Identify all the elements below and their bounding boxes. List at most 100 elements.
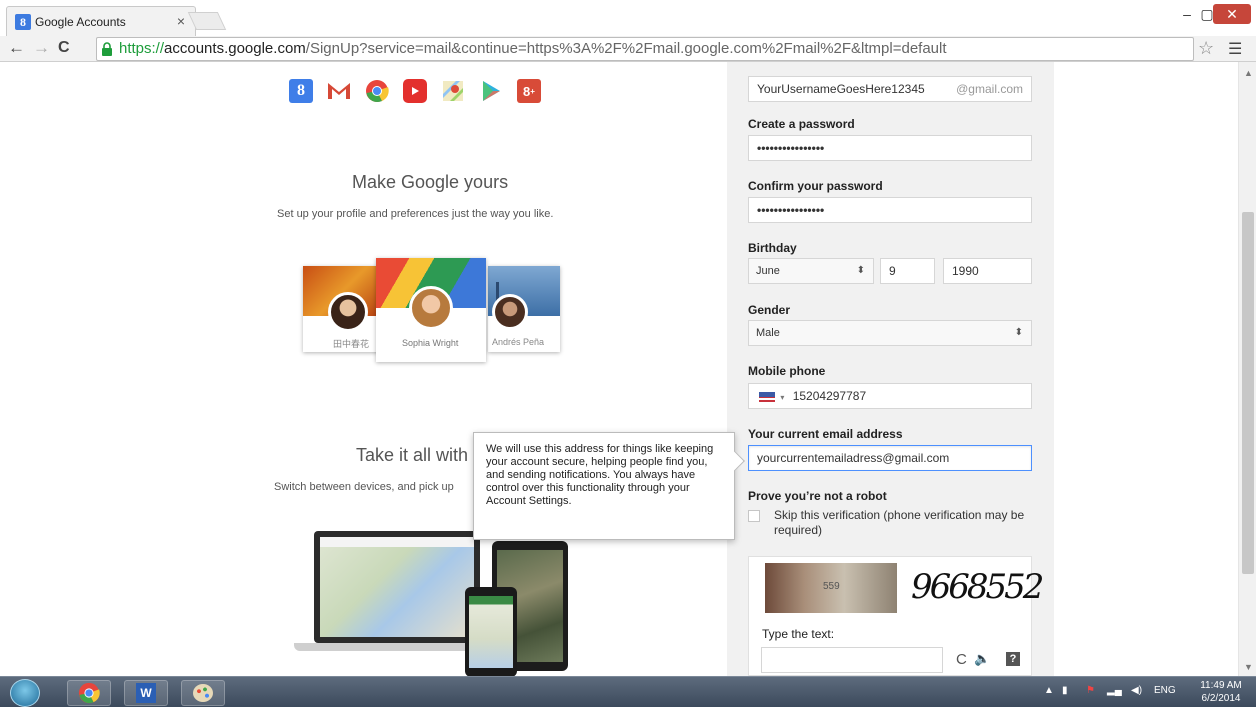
confirm-password-field[interactable]: •••••••••••••••• <box>748 197 1032 223</box>
action-center-flag-icon[interactable]: ⚑ <box>1086 685 1095 696</box>
email-tooltip-text: We will use this address for things like… <box>486 443 714 507</box>
birth-year-value: 1990 <box>952 264 979 278</box>
tab-close-icon[interactable]: × <box>177 13 185 29</box>
url-host: accounts.google.com <box>164 40 306 57</box>
password-field[interactable]: •••••••••••••••• <box>748 135 1032 161</box>
bookmark-star-icon[interactable]: ☆ <box>1198 38 1214 59</box>
type-text-label: Type the text: <box>762 627 835 641</box>
help-icon[interactable]: ? <box>1006 652 1020 666</box>
chrome-icon <box>365 79 389 103</box>
product-icons-row: 8 8 + <box>289 79 541 103</box>
updown-icon: ⬍ <box>1014 327 1023 338</box>
gender-value: Male <box>756 327 780 339</box>
lock-icon <box>102 42 112 56</box>
username-value: YourUsernameGoesHere12345 <box>757 82 925 96</box>
mobile-phone-label: Mobile phone <box>748 364 826 378</box>
birth-month-value: June <box>756 265 780 277</box>
skip-verification-checkbox[interactable] <box>748 510 760 522</box>
email-tooltip: We will use this address for things like… <box>473 432 745 540</box>
profile-name-3: Andrés Peña <box>492 337 545 347</box>
birth-day-field[interactable]: 9 <box>880 258 935 284</box>
captcha-number-photo: 559 <box>823 581 840 592</box>
address-bar[interactable]: https://accounts.google.com/SignUp?servi… <box>96 37 1194 61</box>
captcha-text-image: 9668552 <box>911 567 1044 607</box>
taskbar-word-button[interactable]: W <box>124 680 168 706</box>
gmail-icon <box>327 79 351 103</box>
chrome-menu-icon[interactable]: ☰ <box>1228 39 1242 59</box>
skip-verification-text: Skip this verification (phone verificati… <box>774 508 1025 537</box>
show-hidden-icons-icon[interactable]: ▲ <box>1044 685 1054 696</box>
captcha-image-photo: 559 <box>765 563 897 613</box>
password-value: •••••••••••••••• <box>757 141 825 155</box>
taskbar-chrome-button[interactable] <box>67 680 111 706</box>
back-arrow-icon[interactable]: ← <box>8 38 25 58</box>
birthday-label: Birthday <box>748 241 797 255</box>
profile-name-2: Sophia Wright <box>402 338 459 348</box>
signup-form: YourUsernameGoesHere12345 @gmail.com Cre… <box>727 62 1054 676</box>
paint-icon <box>193 684 213 702</box>
browser-tab[interactable]: 8 Google Accounts × <box>6 6 196 36</box>
scroll-down-arrow-icon[interactable]: ▼ <box>1244 662 1253 672</box>
language-indicator[interactable]: ENG <box>1154 685 1176 696</box>
avatar <box>409 286 453 330</box>
google-search-icon: 8 <box>289 79 313 103</box>
play-icon <box>479 79 503 103</box>
network-signal-icon[interactable]: ▂▄ <box>1107 685 1122 696</box>
mobile-phone-value: 15204297787 <box>792 389 867 403</box>
close-window-button[interactable]: ✕ <box>1213 4 1251 24</box>
captcha-input[interactable] <box>761 647 943 673</box>
current-email-field[interactable]: yourcurrentemailadress@gmail.com <box>748 445 1032 471</box>
maps-icon <box>441 79 465 103</box>
confirm-password-value: •••••••••••••••• <box>757 203 825 217</box>
tab-title: Google Accounts <box>35 14 126 29</box>
scroll-up-arrow-icon[interactable]: ▲ <box>1244 68 1253 78</box>
gender-select[interactable]: Male ⬍ <box>748 320 1032 346</box>
gender-label: Gender <box>748 303 791 317</box>
page-scrollbar[interactable]: ▲ ▼ <box>1238 62 1256 676</box>
audio-captcha-icon[interactable]: 🔈 <box>974 651 990 667</box>
us-flag-icon[interactable] <box>759 391 775 402</box>
username-field[interactable]: YourUsernameGoesHere12345 @gmail.com <box>748 76 1032 102</box>
windows-taskbar: W ▲ ▮ ⚑ ▂▄ ◀) ENG 11:49 AM 6/2/2014 <box>0 676 1256 707</box>
url-path: /SignUp?service=mail&continue=https%3A%2… <box>305 40 947 57</box>
avatar <box>492 294 528 330</box>
google-favicon-icon: 8 <box>15 14 31 30</box>
volume-icon[interactable]: ◀) <box>1131 685 1142 696</box>
robot-label: Prove you’re not a robot <box>748 489 887 503</box>
taskbar-paint-button[interactable] <box>181 680 225 706</box>
current-email-value: yourcurrentemailadress@gmail.com <box>757 451 950 465</box>
updown-icon: ⬍ <box>856 265 865 276</box>
start-button[interactable] <box>10 679 40 707</box>
google-plus-icon: 8 + <box>517 79 541 103</box>
clock-date: 6/2/2014 <box>1201 693 1241 704</box>
section-title-make-google-yours: Make Google yours <box>352 172 509 192</box>
mobile-phone-field[interactable]: ▾ 15204297787 <box>748 383 1032 409</box>
section-title-take-it-all: Take it all with <box>356 445 469 465</box>
signup-page: 8 8 + Make Google yours Set up your profi… <box>0 62 1238 676</box>
captcha-box: 559 9668552 Type the text: C 🔈 ? <box>748 556 1044 676</box>
scroll-thumb[interactable] <box>1242 212 1254 574</box>
clock-time: 11:49 AM <box>1200 680 1242 691</box>
profile-card-center: Sophia Wright <box>376 258 486 362</box>
reload-icon[interactable]: C <box>58 39 70 57</box>
minimize-button[interactable]: – <box>1177 4 1197 24</box>
birth-day-value: 9 <box>889 264 896 278</box>
birth-year-field[interactable]: 1990 <box>943 258 1032 284</box>
username-suffix: @gmail.com <box>956 82 1023 96</box>
current-email-label: Your current email address <box>748 427 903 441</box>
profile-name-1: 田中春花 <box>333 339 370 349</box>
youtube-icon <box>403 79 427 103</box>
refresh-captcha-icon[interactable]: C <box>956 651 967 668</box>
confirm-password-label: Confirm your password <box>748 179 883 193</box>
avatar <box>328 292 368 332</box>
browser-titlebar: 8 Google Accounts × – ▢ ✕ <box>0 0 1256 36</box>
browser-toolbar: ← → C https://accounts.google.com/SignUp… <box>0 36 1256 62</box>
forward-arrow-icon[interactable]: → <box>33 38 50 58</box>
password-label: Create a password <box>748 117 855 131</box>
birth-month-select[interactable]: June ⬍ <box>748 258 874 284</box>
taskbar-clock[interactable]: 11:49 AM 6/2/2014 <box>1191 679 1251 705</box>
tray-device-icon[interactable]: ▮ <box>1062 685 1068 696</box>
section-subtitle-devices: Switch between devices, and pick up <box>274 481 454 493</box>
section-subtitle-profile: Set up your profile and preferences just… <box>277 208 554 220</box>
dropdown-caret-icon[interactable]: ▾ <box>780 393 784 402</box>
